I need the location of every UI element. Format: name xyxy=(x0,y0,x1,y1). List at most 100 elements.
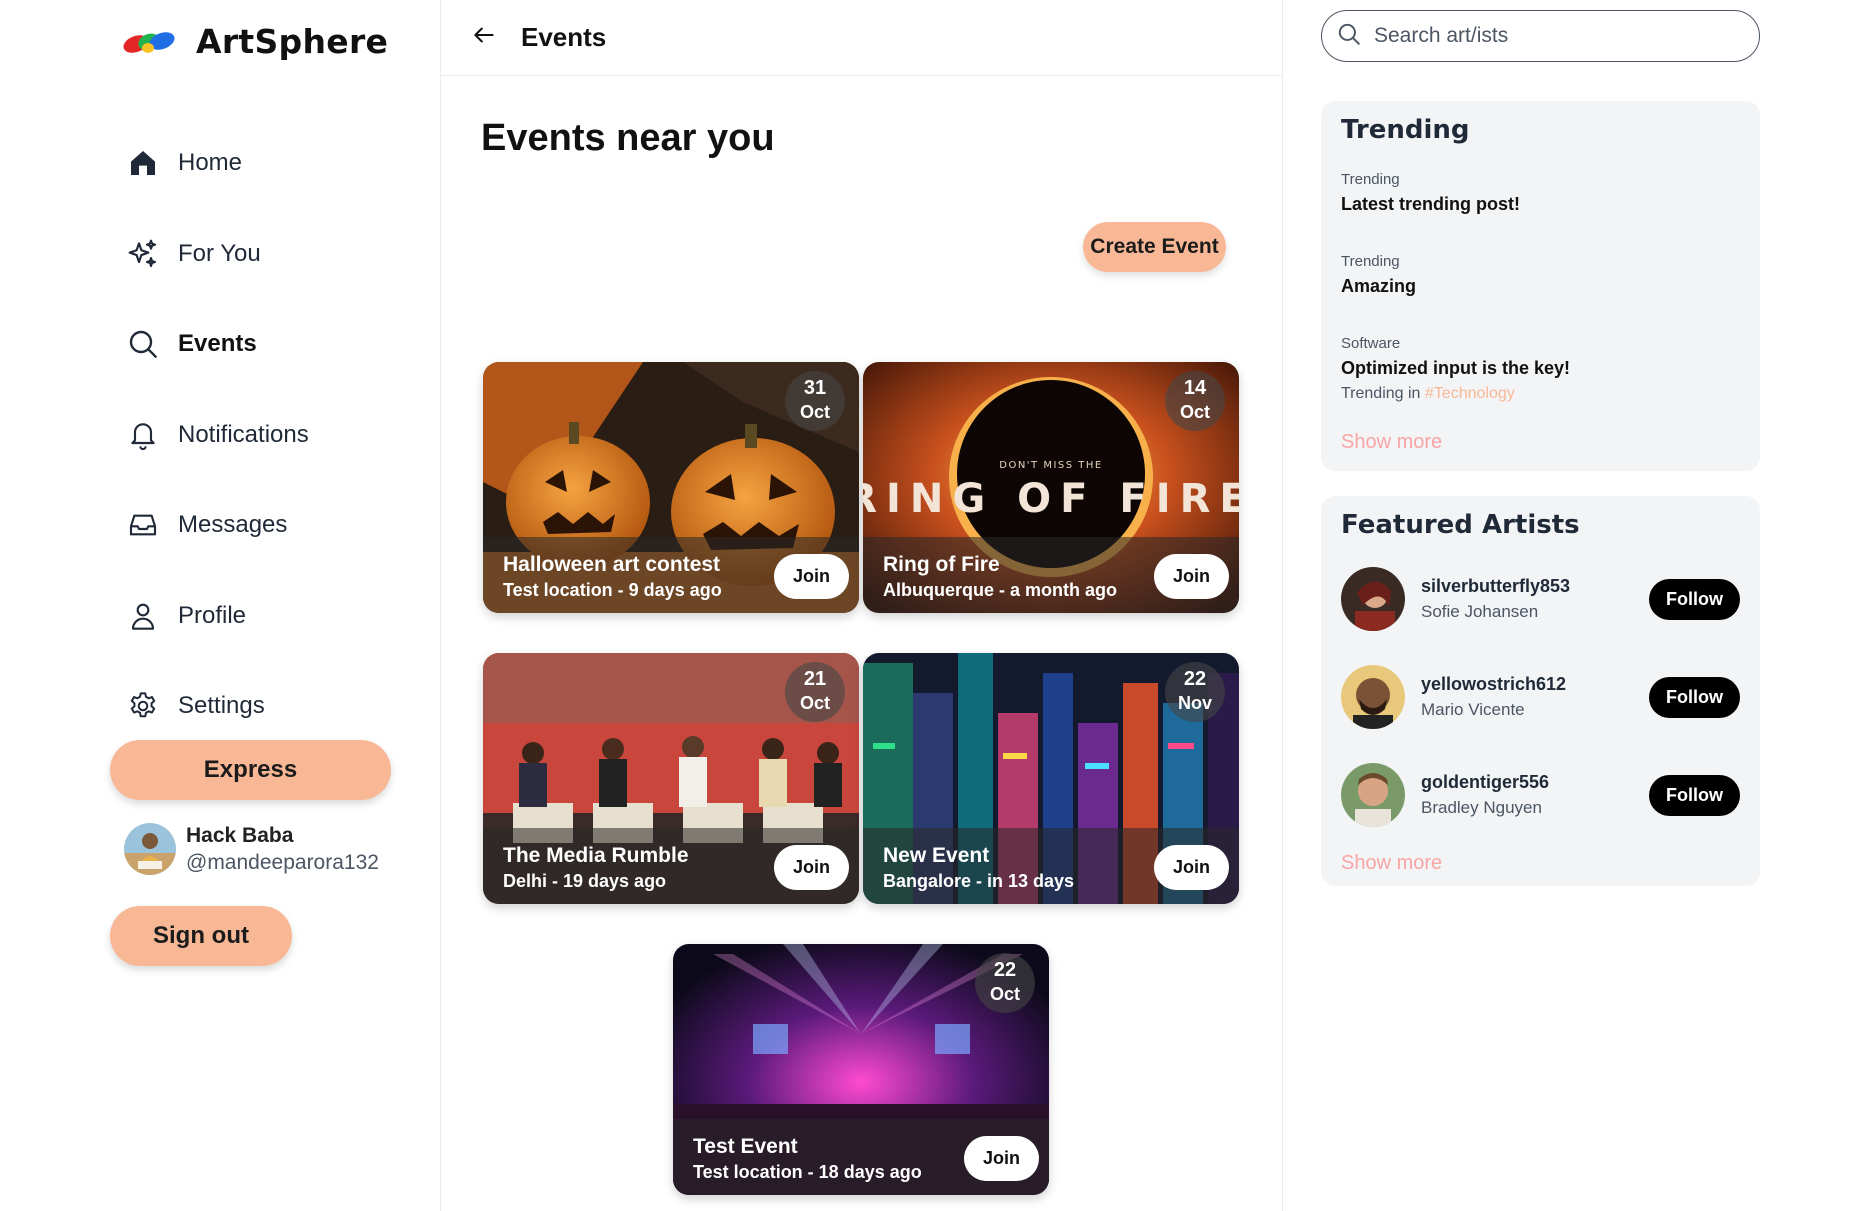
nav-item-for-you[interactable]: For You xyxy=(126,209,309,300)
current-user[interactable]: Hack Baba @mandeeparora132 xyxy=(124,823,379,875)
sparkles-icon xyxy=(126,237,160,271)
event-meta: Delhi - 19 days ago xyxy=(503,871,667,891)
event-card[interactable]: 22 Oct Test Event Test location - 18 day… xyxy=(673,944,1049,1195)
trending-subtitle: Trending in #Technology xyxy=(1341,385,1740,403)
join-button[interactable]: Join xyxy=(964,1136,1039,1181)
trending-title-text: Latest trending post! xyxy=(1341,194,1520,214)
event-day: 14 xyxy=(1183,377,1207,399)
poster-title-text: RING OF FIRE xyxy=(863,476,1239,522)
event-day: 31 xyxy=(803,377,827,399)
follow-button[interactable]: Follow xyxy=(1649,578,1740,620)
event-month: Oct xyxy=(799,402,830,422)
join-button[interactable]: Join xyxy=(774,845,849,890)
bell-icon xyxy=(126,418,160,452)
event-name: Test Event xyxy=(693,1135,798,1158)
nav-item-profile[interactable]: Profile xyxy=(126,571,309,662)
nav-item-notifications[interactable]: Notifications xyxy=(126,390,309,481)
event-card[interactable]: DON'T MISS THE RING OF FIRE 14 Oct Ring … xyxy=(863,362,1239,613)
event-month: Oct xyxy=(989,984,1020,1004)
avatar xyxy=(1341,665,1405,729)
artist-name: Bradley Nguyen xyxy=(1421,798,1542,817)
follow-button[interactable]: Follow xyxy=(1649,676,1740,718)
event-name: The Media Rumble xyxy=(503,844,689,867)
event-meta: Bangalore - in 13 days xyxy=(883,871,1075,891)
poster-small-text: DON'T MISS THE xyxy=(999,460,1103,471)
nav-label-events: Events xyxy=(178,330,257,358)
featured-artists-panel: Featured Artists silverbutterfly853 Sofi… xyxy=(1321,496,1760,886)
trending-title-text: Amazing xyxy=(1341,276,1417,296)
sign-out-button[interactable]: Sign out xyxy=(110,906,292,966)
main-nav: Home For You Events Notifications Messag… xyxy=(126,118,309,752)
nav-label-messages: Messages xyxy=(178,511,288,539)
search-icon xyxy=(126,327,160,361)
trending-prefix: Trending in xyxy=(1341,385,1425,402)
user-display-name: Hack Baba xyxy=(186,823,294,847)
show-more-artists[interactable]: Show more xyxy=(1341,852,1442,875)
artist-row[interactable]: silverbutterfly853 Sofie Johansen Follow xyxy=(1341,550,1740,648)
page-header: Events xyxy=(441,0,1282,76)
show-more-trending[interactable]: Show more xyxy=(1341,431,1442,454)
back-arrow-icon[interactable] xyxy=(471,22,497,53)
trending-category: Trending xyxy=(1341,253,1400,270)
event-name: New Event xyxy=(883,844,990,867)
nav-label-notifications: Notifications xyxy=(178,420,309,448)
user-icon xyxy=(126,599,160,633)
logo-icon xyxy=(123,31,175,53)
trending-item[interactable]: Trending Latest trending post! xyxy=(1341,171,1740,215)
event-date-badge: 21 Oct xyxy=(785,662,845,722)
artist-name: Mario Vicente xyxy=(1421,700,1525,719)
event-meta: Test location - 9 days ago xyxy=(503,580,722,600)
nav-item-home[interactable]: Home xyxy=(126,118,309,209)
event-day: 22 xyxy=(1183,668,1207,690)
trending-category: Software xyxy=(1341,335,1401,352)
artist-row[interactable]: yellowostrich612 Mario Vicente Follow xyxy=(1341,648,1740,746)
create-event-button[interactable]: Create Event xyxy=(1083,222,1226,272)
event-month: Nov xyxy=(1177,693,1212,713)
event-card[interactable]: 21 Oct The Media Rumble Delhi - 19 days … xyxy=(483,653,859,904)
event-day: 21 xyxy=(803,668,827,690)
hashtag-link[interactable]: #Technology xyxy=(1425,385,1515,402)
app-logo[interactable]: ArtSphere xyxy=(122,22,388,61)
follow-button[interactable]: Follow xyxy=(1649,774,1740,816)
right-sidebar: Trending Trending Latest trending post! … xyxy=(1283,0,1868,1211)
home-icon xyxy=(126,146,160,180)
page-title: Events near you xyxy=(481,117,775,159)
avatar xyxy=(1341,567,1405,631)
artist-username: silverbutterfly853 xyxy=(1421,576,1571,596)
event-date-badge: 22 Nov xyxy=(1165,662,1225,722)
join-button[interactable]: Join xyxy=(1154,845,1229,890)
nav-item-events[interactable]: Events xyxy=(126,299,309,390)
avatar xyxy=(1341,763,1405,827)
event-date-badge: 22 Oct xyxy=(975,953,1035,1013)
trending-panel: Trending Trending Latest trending post! … xyxy=(1321,101,1760,471)
trending-title-text: Optimized input is the key! xyxy=(1341,358,1571,378)
user-handle: @mandeeparora132 xyxy=(186,850,379,874)
nav-label-profile: Profile xyxy=(178,601,247,629)
app-name: ArtSphere xyxy=(196,22,389,61)
nav-label-settings: Settings xyxy=(178,692,265,720)
trending-title: Trending xyxy=(1341,115,1470,145)
event-month: Oct xyxy=(1179,402,1210,422)
express-button[interactable]: Express xyxy=(110,740,391,800)
trending-item[interactable]: Software Optimized input is the key! Tre… xyxy=(1341,335,1740,403)
event-card[interactable]: 31 Oct Halloween art contest Test locati… xyxy=(483,362,859,613)
event-day: 22 xyxy=(993,959,1017,981)
event-date-badge: 14 Oct xyxy=(1165,371,1225,431)
nav-item-messages[interactable]: Messages xyxy=(126,480,309,571)
trending-item[interactable]: Trending Amazing xyxy=(1341,253,1740,297)
header-title: Events xyxy=(521,22,607,52)
join-button[interactable]: Join xyxy=(774,554,849,599)
left-sidebar: ArtSphere Home For You Events Notificati… xyxy=(0,0,440,1211)
artist-username: goldentiger556 xyxy=(1421,772,1550,792)
event-card[interactable]: 22 Nov New Event Bangalore - in 13 days … xyxy=(863,653,1239,904)
event-date-badge: 31 Oct xyxy=(785,371,845,431)
featured-title: Featured Artists xyxy=(1341,510,1580,540)
search-icon xyxy=(1336,21,1362,52)
artist-row[interactable]: goldentiger556 Bradley Nguyen Follow xyxy=(1341,746,1740,844)
nav-item-settings[interactable]: Settings xyxy=(126,661,309,752)
main-content: Events Events near you Create Event 31 O… xyxy=(440,0,1283,1211)
search-input[interactable] xyxy=(1374,24,1734,48)
artist-username: yellowostrich612 xyxy=(1421,674,1567,694)
search-bar[interactable] xyxy=(1321,10,1760,62)
join-button[interactable]: Join xyxy=(1154,554,1229,599)
